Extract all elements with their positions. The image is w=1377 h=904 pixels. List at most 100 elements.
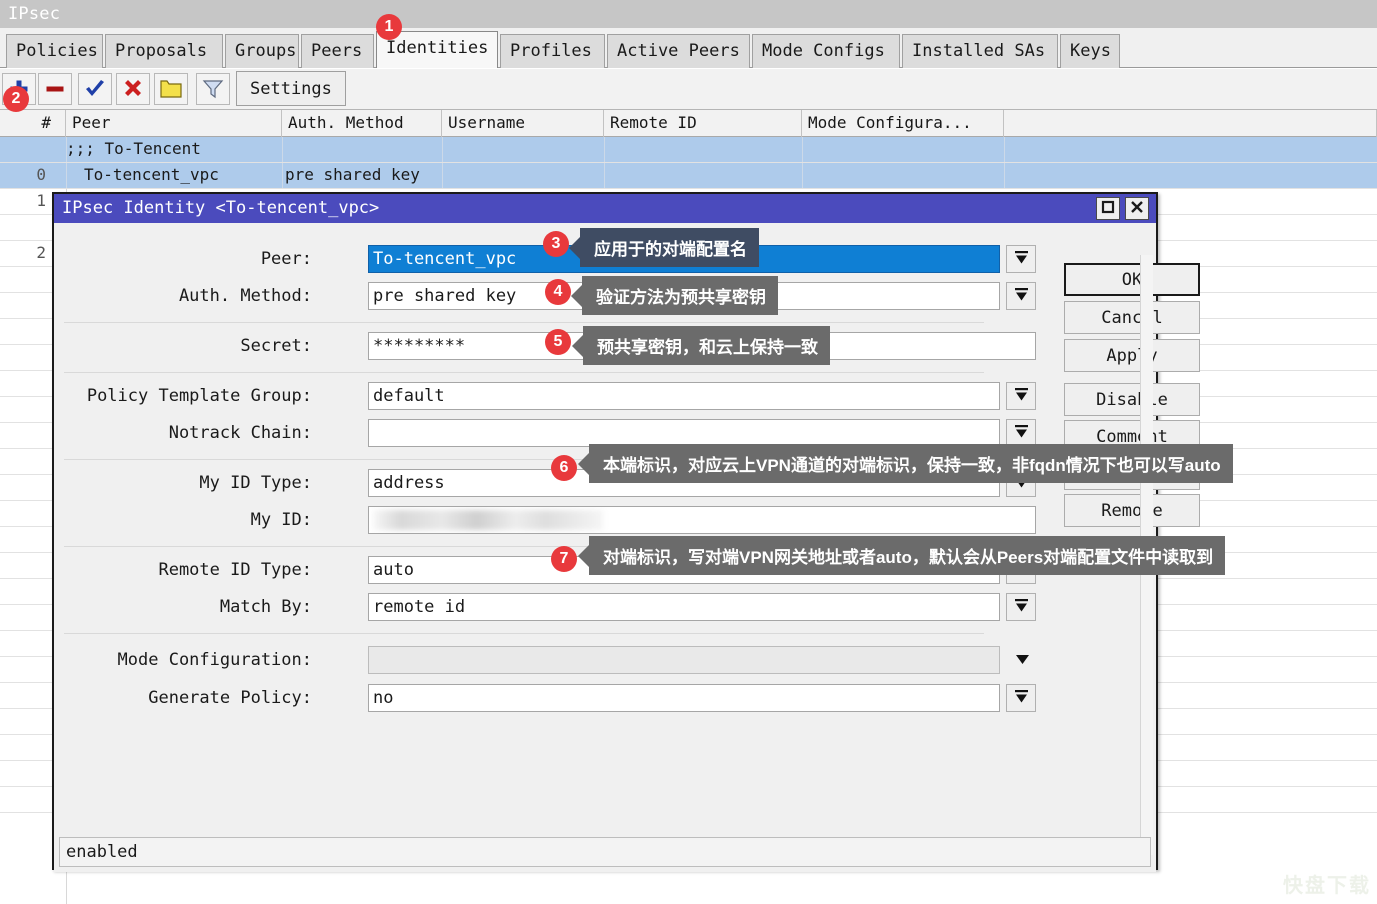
field-input-generate-policy[interactable]: no	[368, 684, 1000, 712]
field-label: Policy Template Group:	[86, 386, 312, 406]
tab-policies[interactable]: Policies	[6, 34, 103, 68]
field-input-notrack-chain[interactable]	[368, 419, 1000, 447]
window-title: IPsec	[8, 4, 61, 24]
annotation-badge: 7	[551, 546, 577, 572]
dropdown-button[interactable]	[1006, 684, 1036, 712]
tab-active-peers[interactable]: Active Peers	[607, 34, 750, 68]
column-header[interactable]	[1004, 110, 1377, 137]
column-header[interactable]: Mode Configura...	[802, 110, 1004, 137]
form-section-separator	[64, 372, 984, 373]
minus-icon	[44, 78, 66, 100]
column-header[interactable]: Peer	[66, 110, 282, 137]
close-button[interactable]	[1125, 197, 1149, 220]
table-row[interactable]: 0 To-tencent_vpc pre shared key	[0, 163, 1377, 189]
tab-label: Installed SAs	[912, 41, 1046, 61]
cell-divider	[802, 137, 803, 163]
form-row: Match By: remote id	[54, 593, 1036, 624]
annotation-badge: 5	[545, 329, 571, 355]
annotation-badge: 1	[376, 14, 402, 40]
field-label: Match By:	[219, 597, 312, 617]
dropdown-button[interactable]	[1006, 282, 1036, 310]
annotation-tooltip: 预共享密钥，和云上保持一致	[583, 326, 830, 365]
field-value: *********	[373, 336, 466, 356]
disable-button[interactable]: Disable	[1064, 383, 1200, 416]
chevron-down-icon	[1013, 386, 1030, 407]
cell-divider	[802, 163, 803, 189]
tab-label: Policies	[16, 41, 98, 61]
enable-button[interactable]	[78, 73, 112, 105]
field-label: Secret:	[240, 336, 312, 356]
field-label: My ID:	[250, 510, 312, 530]
tab-installed-sas[interactable]: Installed SAs	[902, 34, 1058, 68]
comment-button[interactable]	[154, 73, 188, 105]
tab-label: Mode Configs	[762, 41, 885, 61]
chevron-down-icon	[1013, 286, 1030, 307]
dropdown-button[interactable]	[1006, 245, 1036, 273]
window-titlebar: IPsec	[0, 0, 1377, 28]
cell-auth-method: pre shared key	[285, 165, 420, 184]
row-number: 0	[36, 165, 46, 184]
disable-button[interactable]	[116, 73, 150, 105]
cell-divider	[604, 137, 605, 163]
field-label: My ID Type:	[199, 473, 312, 493]
field-value: default	[373, 386, 445, 406]
field-input-my-id[interactable]	[368, 506, 1036, 534]
form-row: Generate Policy: no	[54, 684, 1036, 715]
tab-label: Profiles	[510, 41, 592, 61]
tab-mode-configs[interactable]: Mode Configs	[752, 34, 900, 68]
cell-divider	[442, 137, 443, 163]
cell-peer: To-tencent_vpc	[84, 165, 219, 184]
column-header[interactable]: Username	[442, 110, 604, 137]
chevron-down-icon	[1013, 249, 1030, 270]
cell-divider	[604, 163, 605, 189]
column-header-row: # Peer Auth. Method Username Remote ID Mode C…	[0, 110, 1377, 137]
note-icon	[159, 78, 183, 100]
ok-button[interactable]: OK	[1064, 263, 1200, 296]
field-label: Notrack Chain:	[168, 423, 312, 443]
form-row: Secret: *********	[54, 332, 1036, 363]
filter-button[interactable]	[196, 73, 230, 105]
column-header[interactable]: Auth. Method	[282, 110, 442, 137]
dropdown-button[interactable]	[1006, 419, 1036, 447]
screen-root: IPsec Policies Proposals Groups Peers Identi…	[0, 0, 1377, 904]
cancel-button[interactable]: Cancel	[1064, 301, 1200, 334]
annotation-tooltip: 对端标识，写对端VPN网关地址或者auto，默认会从Peers对端配置文件中读取…	[589, 536, 1226, 575]
annotation-badge: 3	[543, 231, 569, 257]
tab-peers[interactable]: Peers	[301, 34, 374, 68]
field-label: Mode Configuration:	[117, 650, 312, 670]
column-header-label: Peer	[72, 113, 111, 132]
field-value: To-tencent_vpc	[373, 249, 517, 269]
tab-profiles[interactable]: Profiles	[500, 34, 605, 68]
tab-label: Active Peers	[617, 41, 740, 61]
grid-line	[0, 188, 1377, 189]
settings-button[interactable]: Settings	[236, 71, 346, 106]
dropdown-button[interactable]	[1006, 593, 1036, 621]
table-row[interactable]: ;;; To-Tencent	[0, 137, 1377, 163]
column-header[interactable]: #	[0, 110, 66, 137]
close-icon	[1130, 199, 1144, 218]
tab-keys[interactable]: Keys	[1060, 34, 1120, 68]
field-value: no	[373, 688, 394, 708]
tab-groups[interactable]: Groups	[225, 34, 299, 68]
cell-divider	[282, 137, 283, 163]
toolbar: Settings	[0, 69, 1377, 110]
remove-button[interactable]	[38, 73, 72, 105]
column-header[interactable]: Remote ID	[604, 110, 802, 137]
dropdown-button[interactable]	[1006, 382, 1036, 410]
field-label: Peer:	[260, 249, 312, 269]
tab-proposals[interactable]: Proposals	[105, 34, 223, 68]
apply-button[interactable]: Apply	[1064, 339, 1200, 372]
form-section-separator	[64, 322, 984, 323]
remove-button[interactable]: Remove	[1064, 494, 1200, 527]
field-input-match-by[interactable]: remote id	[368, 593, 1000, 621]
maximize-button[interactable]	[1096, 197, 1120, 220]
field-input-policy-template-group[interactable]: default	[368, 382, 1000, 410]
form-row: Auth. Method: pre shared key	[54, 282, 1036, 313]
identity-form: Peer: To-tencent_vpc Auth. Method: pre shar…	[54, 223, 1036, 823]
dropdown-arrow[interactable]	[1008, 646, 1036, 674]
grid-line	[0, 162, 1377, 163]
tab-label: Groups	[235, 41, 297, 61]
field-input-mode-configuration[interactable]	[368, 646, 1000, 674]
tab-label: Identities	[386, 38, 489, 58]
field-label: Auth. Method:	[178, 286, 312, 306]
